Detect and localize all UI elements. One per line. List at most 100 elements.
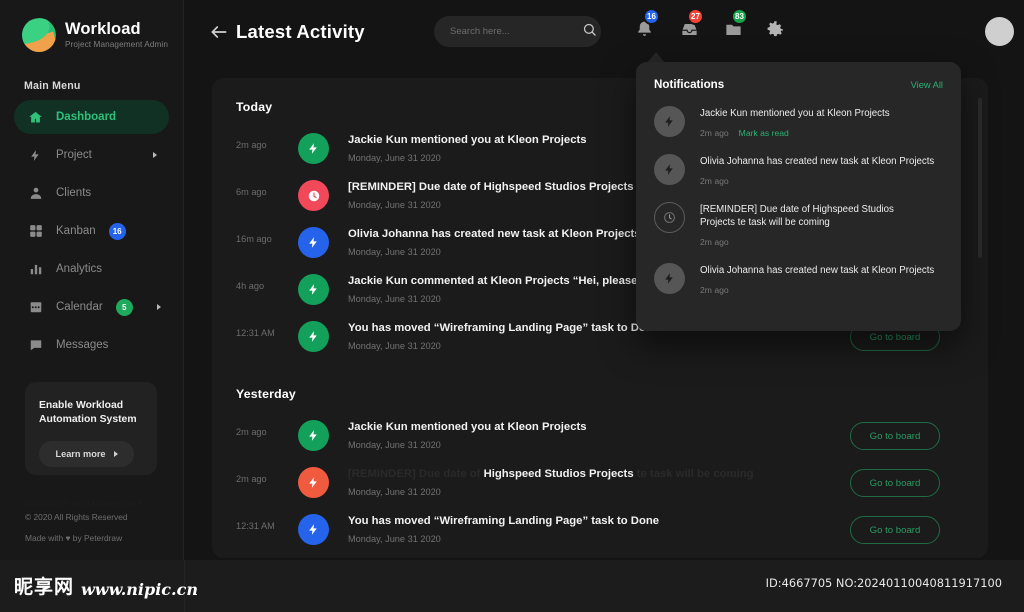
grid-icon (28, 224, 43, 239)
mark-as-read-link[interactable]: Mark as read (739, 128, 789, 138)
sidebar: Workload Project Management Admin Main M… (0, 0, 184, 560)
notification-item[interactable]: Olivia Johanna has created new task at K… (654, 153, 943, 186)
activity-time: 2m ago (236, 140, 267, 150)
bolt-icon (298, 274, 329, 305)
sidebar-item-label: Dashboard (56, 111, 117, 123)
inbox-icon[interactable]: 27 (679, 8, 704, 42)
section-title-yesterday: Yesterday (236, 387, 296, 401)
footer-credit: Made with ♥ by Peterdraw (25, 533, 123, 543)
notification-text: [REMINDER] Due date of Highspeed Studios… (700, 203, 894, 229)
learn-more-label: Learn more (55, 449, 106, 460)
activity-date: Monday, June 31 2020 (348, 153, 441, 163)
activity-row[interactable]: 2m ago Jackie Kun mentioned you at Kleon… (236, 413, 964, 460)
notification-time: 2m ago (700, 237, 729, 248)
sidebar-item-label: Analytics (56, 263, 103, 275)
sidebar-item-dashboard[interactable]: Dashboard (14, 100, 169, 134)
notification-item[interactable]: [REMINDER] Due date of Highspeed Studios… (654, 201, 943, 248)
activity-title: Jackie Kun mentioned you at Kleon Projec… (348, 134, 587, 146)
inbox-badge: 27 (687, 8, 704, 25)
notifications-title: Notifications (654, 78, 725, 91)
notification-text: Jackie Kun mentioned you at Kleon Projec… (700, 108, 890, 119)
activity-time: 2m ago (236, 474, 267, 484)
learn-more-button[interactable]: Learn more (39, 441, 134, 468)
watermark-cn-text: 昵享网 (14, 576, 75, 598)
sidebar-item-project[interactable]: Project (14, 138, 169, 172)
activity-date: Monday, June 31 2020 (348, 247, 441, 257)
clock-icon (298, 180, 329, 211)
bolt-icon (298, 321, 329, 352)
bolt-icon (654, 106, 685, 137)
watermark-bar: 昵享网 www.nipic.cn ID:4667705 NO:202401100… (0, 560, 1024, 612)
bar-chart-icon (28, 262, 43, 277)
bolt-icon (298, 420, 329, 451)
notification-item[interactable]: Jackie Kun mentioned you at Kleon Projec… (654, 106, 943, 138)
sidebar-item-label: Calendar (56, 301, 103, 313)
activity-time: 12:31 AM (236, 521, 275, 531)
notification-item[interactable]: Olivia Johanna has created new task at K… (654, 263, 943, 295)
activity-title-post: te task will be coming (633, 468, 754, 480)
chevron-right-icon (157, 304, 161, 310)
bell-badge: 16 (643, 8, 660, 25)
sidebar-item-label: Messages (56, 339, 109, 351)
workload-logo-icon (22, 18, 56, 52)
activity-title: Olivia Johanna has created new task at K… (348, 228, 641, 240)
watermark-brand: 昵享网 www.nipic.cn (14, 572, 198, 599)
avatar[interactable] (985, 17, 1014, 46)
notification-time: 2m ago (700, 175, 729, 186)
activity-time: 2m ago (236, 427, 267, 437)
chevron-right-icon (113, 451, 118, 458)
activity-title: Jackie Kun mentioned you at Kleon Projec… (348, 421, 587, 433)
go-to-board-button[interactable]: Go to board (850, 469, 940, 497)
gear-icon[interactable] (766, 20, 788, 42)
chat-icon (28, 338, 43, 353)
bell-icon[interactable]: 16 (635, 8, 660, 42)
activity-title: You has moved “Wireframing Landing Page”… (348, 322, 660, 334)
activity-title: [REMINDER] Due date of Highspeed Studios… (348, 468, 754, 480)
activity-time: 6m ago (236, 187, 267, 197)
scrollbar-thumb[interactable] (978, 98, 982, 258)
notifications-dropdown: Notifications View All Jackie Kun mentio… (636, 62, 961, 331)
activity-time: 12:31 AM (236, 328, 275, 338)
search-box[interactable] (434, 16, 601, 47)
sidebar-item-calendar[interactable]: Calendar 5 (14, 290, 169, 324)
header: Latest Activity 16 27 83 Franklin Jr. fr… (184, 0, 1024, 62)
bolt-icon (28, 148, 43, 163)
activity-row[interactable]: 2m ago [REMINDER] Due date of Highspeed … (236, 460, 964, 507)
activity-row[interactable]: 12:31 AM You has moved “Wireframing Land… (236, 507, 964, 554)
brand-title: Workload (65, 19, 141, 38)
sidebar-item-label: Kanban (56, 225, 96, 237)
bolt-icon (298, 133, 329, 164)
notification-text: Olivia Johanna has created new task at K… (700, 265, 935, 277)
bolt-icon (298, 514, 329, 545)
automation-promo-card: Enable Workload Automation System Learn … (25, 382, 157, 475)
activity-title-highlight: Highspeed Studios Projects (483, 468, 634, 480)
search-input[interactable] (450, 26, 582, 37)
home-icon (28, 110, 43, 125)
folder-badge: 83 (731, 8, 748, 25)
brand: Workload Project Management Admin (0, 0, 183, 52)
notification-time: 2m ago (700, 127, 729, 138)
search-icon[interactable] (582, 22, 597, 42)
footer-ghost-text: Workload Project Management (25, 498, 142, 508)
bolt-icon (298, 227, 329, 258)
folder-icon[interactable]: 83 (723, 8, 748, 42)
arrow-left-icon[interactable] (209, 22, 229, 42)
user-icon (28, 186, 43, 201)
go-to-board-button[interactable]: Go to board (850, 422, 940, 450)
sidebar-item-analytics[interactable]: Analytics (14, 252, 169, 286)
app-root: Workload Project Management Admin Main M… (0, 0, 1024, 612)
activity-title: You has moved “Wireframing Landing Page”… (348, 515, 660, 527)
content-scrollbar[interactable] (978, 98, 982, 538)
sidebar-item-label: Project (56, 149, 92, 161)
sidebar-item-messages[interactable]: Messages (14, 328, 169, 362)
notification-time: 2m ago (700, 284, 729, 295)
go-to-board-button[interactable]: Go to board (850, 516, 940, 544)
sidebar-item-clients[interactable]: Clients (14, 176, 169, 210)
promo-title: Enable Workload Automation System (39, 400, 137, 426)
sidebar-item-kanban[interactable]: Kanban 16 (14, 214, 169, 248)
activity-date: Monday, June 31 2020 (348, 341, 441, 351)
view-all-link[interactable]: View All (911, 80, 943, 90)
activity-time: 16m ago (236, 234, 272, 244)
sidebar-item-label: Clients (56, 187, 92, 199)
bolt-icon (654, 263, 685, 295)
